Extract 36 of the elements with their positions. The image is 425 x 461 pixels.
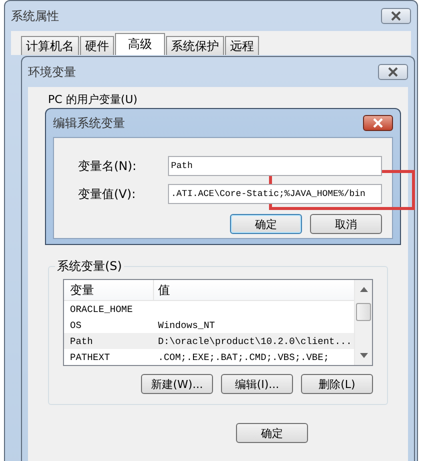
scroll-thumb[interactable] — [356, 303, 371, 321]
input-field[interactable]: .ATI.ACE\Core-Static;%JAVA_HOME%/bin — [168, 184, 382, 204]
dialog-button[interactable]: 新建(W)... — [141, 374, 213, 394]
close-icon — [390, 11, 402, 21]
list-row[interactable]: ORACLE_HOME — [64, 301, 354, 317]
window-title: 系统属性 — [11, 8, 59, 24]
column-header[interactable]: 值 — [154, 282, 170, 298]
down-arrow-icon[interactable] — [360, 353, 368, 359]
tab[interactable]: 系统保护 — [166, 36, 224, 55]
dialog-button[interactable]: 确定 — [230, 214, 302, 234]
ok-button[interactable]: 确定 — [236, 423, 308, 443]
dialog-button[interactable]: 取消 — [310, 214, 382, 234]
tab[interactable]: 远程 — [225, 36, 259, 55]
up-arrow-icon[interactable] — [360, 286, 368, 292]
close-icon — [372, 118, 384, 128]
input-field[interactable]: Path — [168, 156, 382, 176]
field-label: 变量值(V): — [78, 186, 137, 202]
field-label: 变量名(N): — [78, 158, 138, 174]
scrollbar[interactable] — [354, 280, 372, 365]
close-button[interactable] — [381, 8, 411, 24]
window-title: 环境变量 — [28, 64, 76, 80]
tab[interactable]: 高级 — [115, 33, 165, 55]
dialog-button[interactable]: 删除(L) — [301, 374, 373, 394]
section-label: 系统变量(S) — [55, 259, 124, 273]
section-label: PC 的用户变量(U) — [48, 93, 138, 106]
dialog-button[interactable]: 编辑(I)... — [221, 374, 293, 394]
list-row[interactable]: PATHEXT .COM;.EXE;.BAT;.CMD;.VBS;.VBE; — [64, 349, 354, 365]
column-header[interactable]: 变量 — [64, 280, 154, 300]
close-button[interactable] — [363, 115, 393, 131]
tab[interactable]: 硬件 — [80, 36, 114, 55]
list-row[interactable]: OS Windows_NT — [64, 317, 354, 333]
close-button[interactable] — [378, 64, 408, 80]
close-icon — [387, 67, 399, 77]
list-row[interactable]: Path D:\oracle\product\10.2.0\client... — [64, 333, 354, 349]
window-title: 编辑系统变量 — [53, 114, 125, 132]
tab[interactable]: 计算机名 — [21, 36, 79, 55]
